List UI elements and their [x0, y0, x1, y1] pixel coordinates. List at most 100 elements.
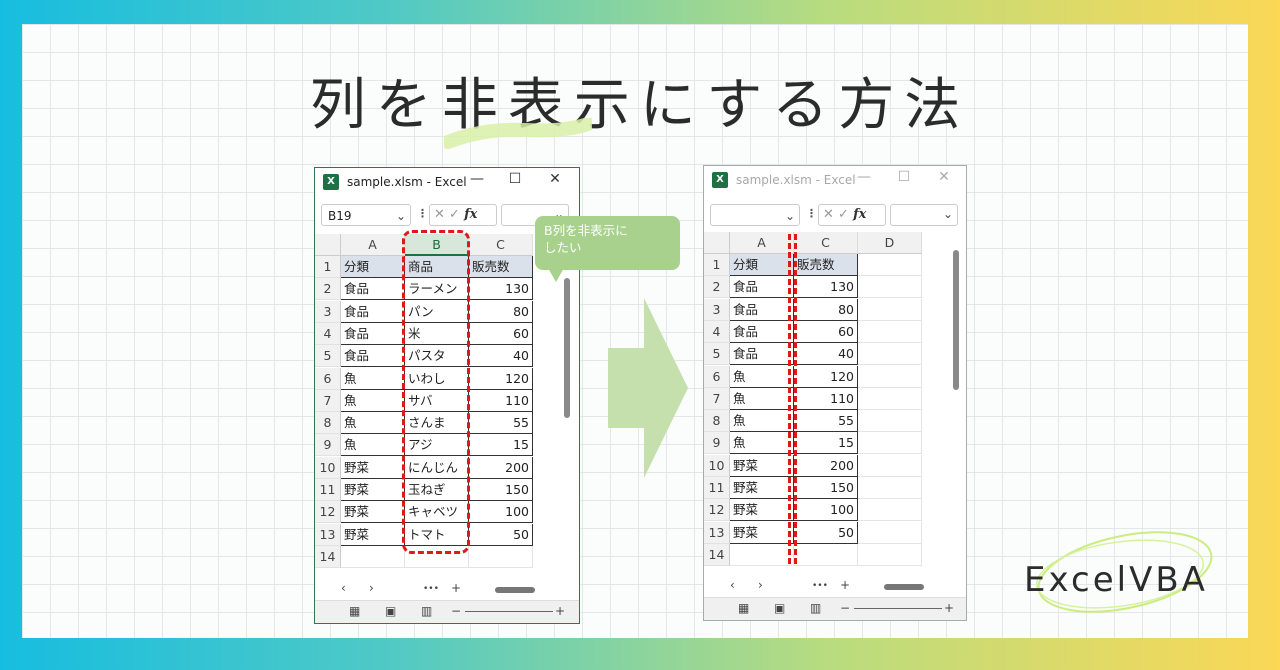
- table-cell[interactable]: 魚: [730, 410, 794, 433]
- table-cell[interactable]: 15: [469, 434, 533, 457]
- cancel-icon[interactable]: ✕: [823, 207, 834, 222]
- row-header[interactable]: 10: [704, 454, 730, 477]
- table-cell[interactable]: 魚: [730, 387, 794, 410]
- table-cell[interactable]: 食品: [730, 320, 794, 343]
- table-cell[interactable]: 食品: [730, 298, 794, 321]
- maximize-icon[interactable]: ☐: [505, 171, 525, 187]
- row-header[interactable]: 6: [704, 365, 730, 388]
- empty-cell[interactable]: [730, 543, 794, 566]
- table-cell[interactable]: 野菜: [730, 477, 794, 499]
- empty-cell[interactable]: [858, 365, 922, 388]
- empty-cell[interactable]: [794, 543, 858, 566]
- table-cell[interactable]: 130: [794, 276, 858, 299]
- table-cell[interactable]: 野菜: [341, 456, 405, 479]
- table-cell[interactable]: 野菜: [341, 523, 405, 546]
- formula-input[interactable]: ⌄: [890, 204, 958, 226]
- chevron-down-icon[interactable]: ⌄: [943, 207, 953, 221]
- row-header[interactable]: 2: [704, 276, 730, 299]
- table-cell[interactable]: 食品: [341, 278, 405, 301]
- empty-cell[interactable]: [858, 432, 922, 455]
- column-header-c[interactable]: C: [794, 232, 858, 254]
- formula-bar-grip-icon[interactable]: ⋮: [417, 207, 428, 220]
- close-icon[interactable]: ✕: [934, 169, 954, 185]
- page-layout-icon[interactable]: ▣: [774, 601, 785, 615]
- empty-cell[interactable]: [858, 454, 922, 477]
- table-cell[interactable]: 200: [794, 454, 858, 477]
- zoom-out-icon[interactable]: −: [451, 604, 461, 618]
- empty-cell[interactable]: [341, 545, 405, 568]
- table-cell[interactable]: 魚: [341, 412, 405, 435]
- table-cell[interactable]: 食品: [730, 276, 794, 299]
- table-cell[interactable]: 魚: [341, 389, 405, 412]
- prev-sheet-icon[interactable]: ‹: [341, 581, 346, 595]
- table-cell[interactable]: 分類: [730, 254, 794, 276]
- empty-cell[interactable]: [858, 499, 922, 522]
- table-cell[interactable]: 魚: [341, 434, 405, 457]
- table-cell[interactable]: 40: [469, 345, 533, 368]
- row-header[interactable]: 3: [704, 298, 730, 321]
- minimize-icon[interactable]: —: [854, 169, 874, 185]
- table-cell[interactable]: 分類: [341, 256, 405, 278]
- empty-cell[interactable]: [858, 343, 922, 366]
- table-cell[interactable]: 130: [469, 278, 533, 301]
- empty-cell[interactable]: [469, 545, 533, 568]
- table-cell[interactable]: 200: [469, 456, 533, 479]
- row-header[interactable]: 14: [315, 545, 341, 568]
- empty-cell[interactable]: [858, 543, 922, 566]
- table-cell[interactable]: 150: [469, 479, 533, 501]
- table-cell[interactable]: 80: [469, 300, 533, 323]
- table-cell[interactable]: 55: [469, 412, 533, 435]
- row-header[interactable]: 7: [704, 387, 730, 410]
- fx-icon[interactable]: fx: [464, 207, 477, 222]
- column-header-a[interactable]: A: [730, 232, 794, 254]
- vertical-scrollbar[interactable]: [564, 278, 570, 418]
- row-header[interactable]: 7: [315, 389, 341, 412]
- empty-cell[interactable]: [858, 276, 922, 299]
- row-header[interactable]: 1: [315, 256, 341, 278]
- row-header[interactable]: 5: [315, 345, 341, 368]
- zoom-in-icon[interactable]: +: [944, 601, 954, 615]
- row-header[interactable]: 9: [704, 432, 730, 455]
- table-cell[interactable]: 120: [469, 367, 533, 390]
- enter-icon[interactable]: ✓: [838, 207, 849, 222]
- row-header[interactable]: 8: [704, 410, 730, 433]
- column-header-a[interactable]: A: [341, 234, 405, 256]
- table-cell[interactable]: 60: [794, 320, 858, 343]
- table-cell[interactable]: 60: [469, 322, 533, 345]
- cancel-icon[interactable]: ✕: [434, 207, 445, 222]
- normal-view-icon[interactable]: ▦: [738, 601, 749, 615]
- row-header[interactable]: 11: [704, 477, 730, 499]
- table-cell[interactable]: 100: [794, 499, 858, 522]
- add-sheet-icon[interactable]: +: [840, 578, 850, 592]
- row-header[interactable]: 5: [704, 343, 730, 366]
- table-cell[interactable]: 野菜: [730, 499, 794, 522]
- table-cell[interactable]: 120: [794, 365, 858, 388]
- table-cell[interactable]: 55: [794, 410, 858, 433]
- page-layout-icon[interactable]: ▣: [385, 604, 396, 618]
- table-cell[interactable]: 110: [794, 387, 858, 410]
- prev-sheet-icon[interactable]: ‹: [730, 578, 735, 592]
- row-header[interactable]: 4: [315, 322, 341, 345]
- vertical-scrollbar[interactable]: [953, 250, 959, 390]
- table-cell[interactable]: 野菜: [730, 454, 794, 477]
- more-sheets-icon[interactable]: •••: [812, 581, 828, 591]
- table-cell[interactable]: 野菜: [341, 501, 405, 524]
- table-cell[interactable]: 80: [794, 298, 858, 321]
- row-header[interactable]: 6: [315, 367, 341, 390]
- close-icon[interactable]: ✕: [545, 171, 565, 187]
- column-header-c[interactable]: C: [469, 234, 533, 256]
- row-header[interactable]: 14: [704, 543, 730, 566]
- minimize-icon[interactable]: —: [467, 171, 487, 187]
- row-header[interactable]: 1: [704, 254, 730, 276]
- zoom-slider[interactable]: [854, 608, 942, 609]
- table-cell[interactable]: 食品: [341, 300, 405, 323]
- table-cell[interactable]: 40: [794, 343, 858, 366]
- table-cell[interactable]: 魚: [730, 365, 794, 388]
- page-break-icon[interactable]: ▥: [421, 604, 432, 618]
- enter-icon[interactable]: ✓: [449, 207, 460, 222]
- row-header[interactable]: 9: [315, 434, 341, 457]
- table-cell[interactable]: 食品: [341, 345, 405, 368]
- table-cell[interactable]: 150: [794, 477, 858, 499]
- row-header[interactable]: 8: [315, 412, 341, 435]
- row-header[interactable]: 11: [315, 479, 341, 501]
